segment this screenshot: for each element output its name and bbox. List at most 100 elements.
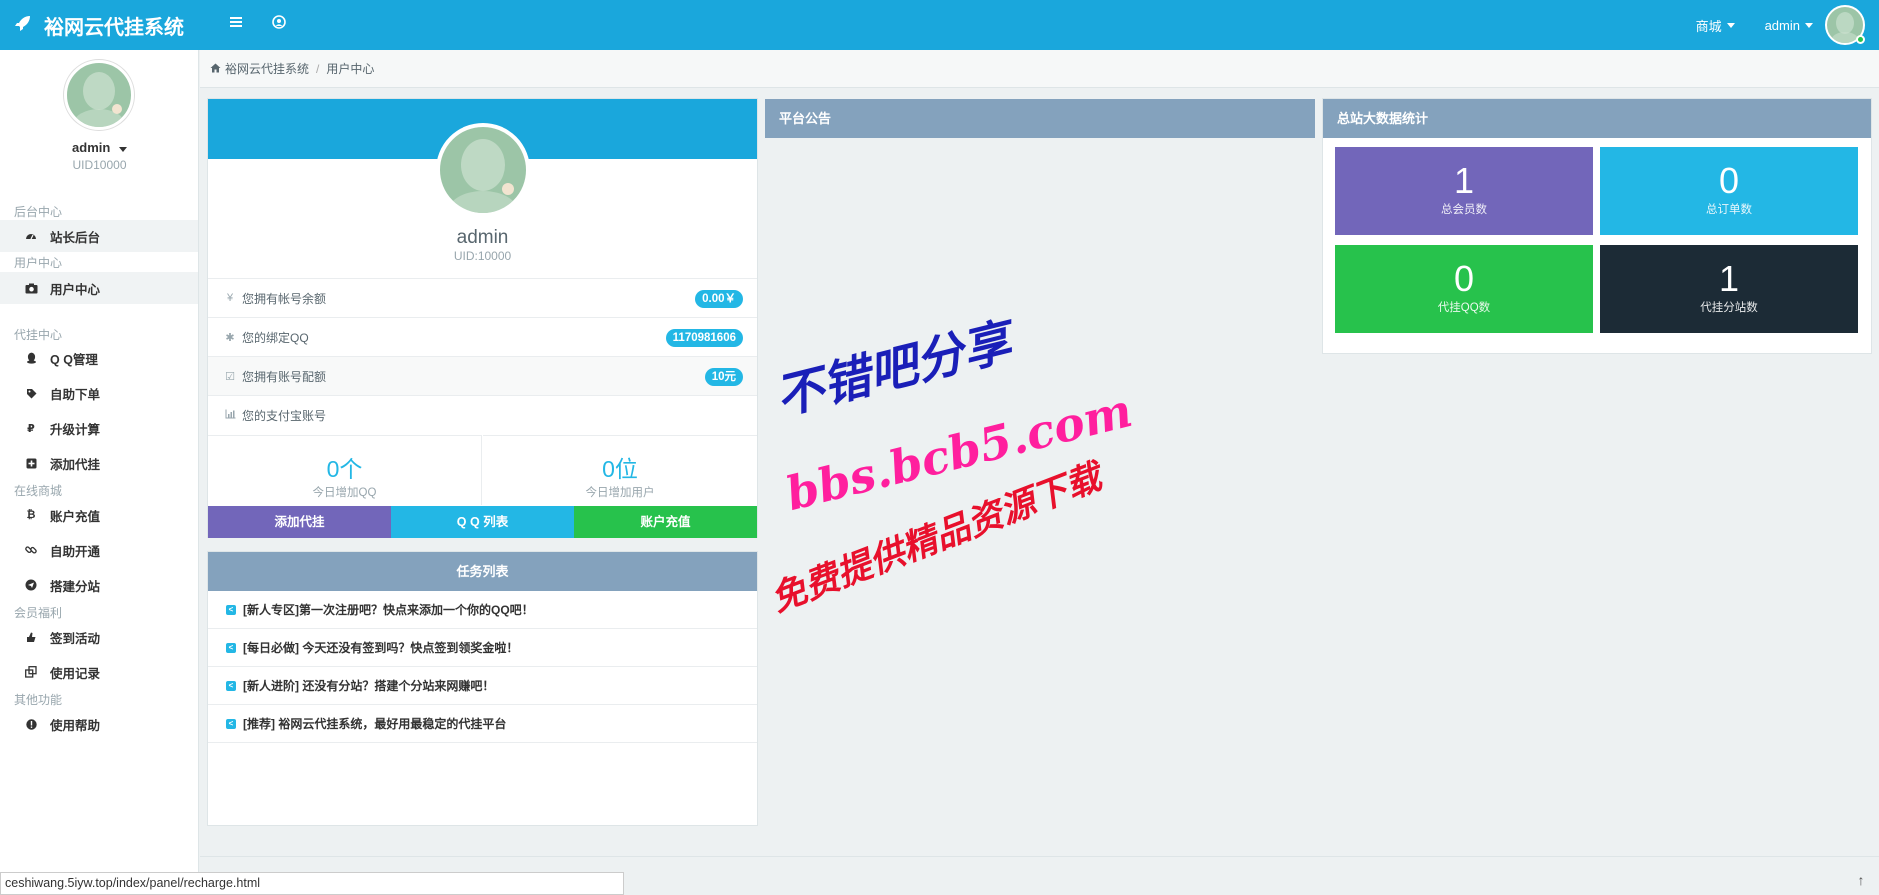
sidebar-item-user-center[interactable]: 用户中心 [0,272,198,304]
announcement-header: 平台公告 [765,99,1315,138]
sidebar-item-label: 用户中心 [50,282,101,297]
tile-label: 总会员数 [1441,204,1487,216]
task-item-text: [每日必做] 今天还没有签到吗？快点签到领奖金啦！ [243,641,519,655]
sidebar-item-help[interactable]: 使用帮助 [0,708,198,740]
tile-value: 1 [1453,160,1475,201]
bitcoin-icon: ₿ [26,509,36,521]
task-list-panel: 任务列表 < [新人专区]第一次注册吧？快点来添加一个你的QQ吧！ < [每日必… [207,551,758,826]
task-item-text: [新人进阶] 还没有分站？搭建个分站来网赚吧！ [243,679,495,693]
sidebar-item-qq-manage[interactable]: Q Q管理 [0,342,198,374]
sidebar-item-self-open[interactable]: 自助开通 [0,534,198,566]
total-orders-tile: 0 总订单数 [1600,147,1858,235]
balance-row: ¥ 您拥有帐号余额 0.00￥ [208,278,757,317]
bar-chart-icon [224,409,236,422]
sidebar-item-recharge[interactable]: ₿ 账户充值 [0,499,198,531]
send-icon [24,578,38,592]
sidebar-item-add-task[interactable]: 添加代挂 [0,447,198,479]
home-icon [210,62,221,76]
sidebar-group-title: 后台中心 [14,205,63,219]
mall-label: 商城 [1695,18,1722,34]
link-icon [24,543,38,557]
sidebar-item-label: 自助开通 [50,544,101,559]
sidebar-item-label: 账户充值 [50,509,101,524]
today-qq-stat: 0个 今日增加QQ [208,435,482,505]
user-label: admin [1764,17,1800,33]
tile-label: 代挂分站数 [1700,302,1758,314]
user-circle-icon[interactable] [272,15,290,33]
today-user-stat: 0位 今日增加用户 [483,435,757,505]
top-navbar: 裕网云代挂系统 商城 admin [0,0,1879,50]
substation-count-tile: 1 代挂分站数 [1600,245,1858,333]
sidebar: admin UID10000 后台中心 站长后台 用户中心 用户中心 代挂中心 … [0,50,199,895]
tile-value: 0 [1718,160,1740,201]
chevron-down-icon [1805,22,1813,28]
profile-uid: UID:10000 [453,249,512,263]
qq-count-tile: 0 代挂QQ数 [1335,245,1593,333]
watermark-line-3: 免费提供精品资源下载 [765,456,1107,621]
sidebar-item-label: 自助下单 [50,387,101,402]
sidebar-item-self-order[interactable]: 自助下单 [0,377,198,409]
share-icon: < [226,642,236,653]
share-icon: < [226,604,236,615]
total-members-tile: 1 总会员数 [1335,147,1593,235]
sidebar-group-title: 用户中心 [14,256,63,270]
watermark-line-1: 不错吧分享 [770,313,1017,427]
task-item[interactable]: < [新人进阶] 还没有分站？搭建个分站来网赚吧！ [208,667,757,705]
sidebar-group-title: 其他功能 [14,693,63,707]
task-item-text: [新人专区]第一次注册吧？快点来添加一个你的QQ吧！ [243,603,534,617]
rouble-icon: ₽ [27,422,35,435]
quota-badge: 10元 [704,368,743,386]
sidebar-item-label: 添加代挂 [50,457,101,472]
qq-icon [24,351,38,365]
tile-label: 代挂QQ数 [1437,302,1491,314]
online-status-dot [1856,35,1865,44]
today-user-value: 0位 [602,456,638,482]
alipay-row: 您的支付宝账号 [208,395,757,434]
today-qq-value: 0个 [326,456,363,482]
breadcrumb-home[interactable]: 裕网云代挂系统 [225,60,309,77]
hand-icon [24,630,38,644]
sidebar-username[interactable]: admin [0,140,199,155]
add-task-button[interactable]: 添加代挂 [208,506,391,538]
menu-toggle-icon[interactable] [229,15,247,33]
sidebar-item-label: 使用记录 [50,666,101,681]
sidebar-avatar[interactable] [64,60,134,130]
camera-icon [24,281,38,295]
sidebar-item-admin[interactable]: 站长后台 [0,220,198,252]
sidebar-item-label: 使用帮助 [50,718,101,733]
sidebar-item-upgrade-calc[interactable]: ₽ 升级计算 [0,412,198,444]
sidebar-item-label: Q Q管理 [50,352,98,367]
task-item[interactable]: < [每日必做] 今天还没有签到吗？快点签到领奖金啦！ [208,629,757,667]
arrow-up-icon[interactable]: ↑ [1853,872,1869,892]
tile-label: 总订单数 [1706,204,1752,216]
balance-badge: 0.00￥ [695,290,743,308]
today-qq-label: 今日增加QQ [312,487,377,499]
rocket-icon [14,14,36,37]
breadcrumb-separator: / [316,61,320,76]
alipay-label: 您的支付宝账号 [242,408,327,423]
user-dropdown[interactable]: admin [1765,18,1813,33]
recharge-button[interactable]: 账户充值 [574,506,757,538]
plus-square-icon [24,456,38,470]
clone-icon [24,665,38,679]
sidebar-group-title: 代挂中心 [14,328,63,342]
sidebar-item-build-site[interactable]: 搭建分站 [0,569,198,601]
today-user-label: 今日增加用户 [585,487,655,499]
task-item-text: [推荐] 裕网云代挂系统，最好用最稳定的代挂平台 [243,717,507,731]
yen-icon: ¥ [226,292,234,304]
task-item[interactable]: < [新人专区]第一次注册吧？快点来添加一个你的QQ吧！ [208,591,757,629]
sidebar-group-title: 会员福利 [14,606,63,620]
asterisk-icon: ✱ [225,331,235,344]
tile-value: 1 [1718,258,1740,299]
info-icon [24,717,38,731]
mall-dropdown[interactable]: 商城 [1696,16,1735,35]
task-item[interactable]: < [推荐] 裕网云代挂系统，最好用最稳定的代挂平台 [208,705,757,743]
chevron-down-icon [1726,22,1735,28]
qq-list-button[interactable]: Q Q 列表 [391,506,574,538]
sidebar-item-checkin[interactable]: 签到活动 [0,621,198,653]
chevron-down-icon [118,147,127,152]
brand-link[interactable]: 裕网云代挂系统 [14,0,184,50]
sidebar-uid: UID10000 [72,158,127,172]
sidebar-item-usage-log[interactable]: 使用记录 [0,656,198,688]
dashboard-icon [24,229,38,243]
